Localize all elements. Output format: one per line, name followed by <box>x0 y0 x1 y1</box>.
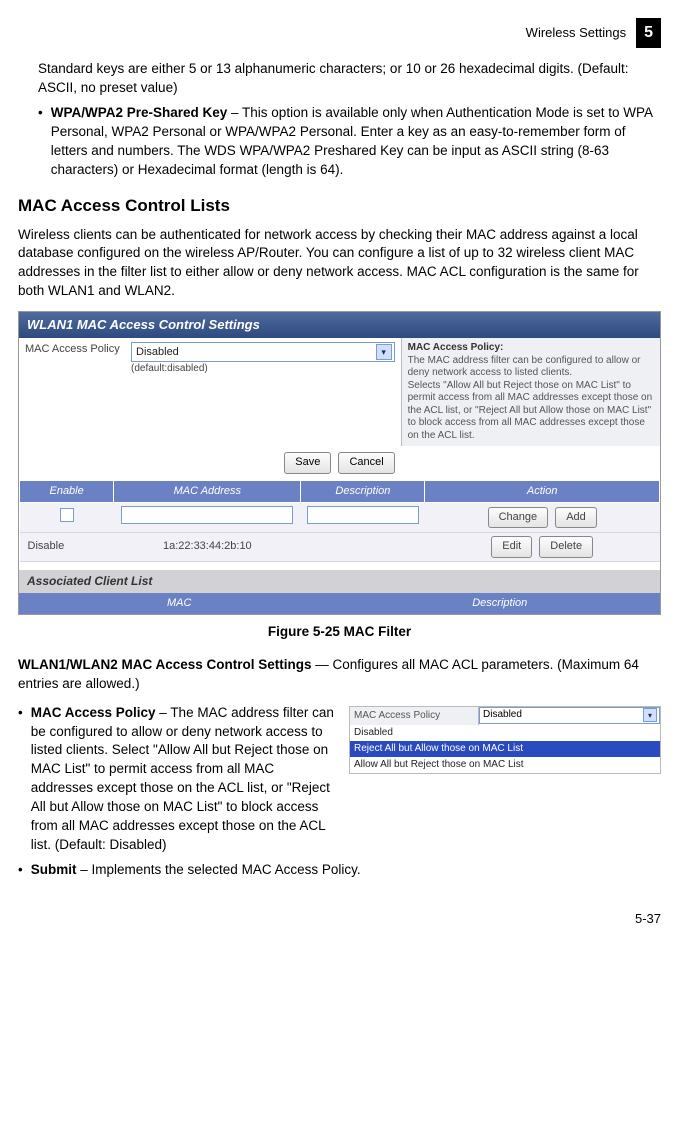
chapter-badge: 5 <box>636 18 661 48</box>
settings-bullet-submit: • Submit – Implements the selected MAC A… <box>18 861 661 880</box>
dropdown-option[interactable]: Disabled <box>350 725 660 741</box>
row-mac: 1a:22:33:44:2b:10 <box>114 533 301 561</box>
assoc-title: Associated Client List <box>19 570 660 593</box>
chevron-down-icon: ▾ <box>376 344 392 360</box>
assoc-col-desc: Description <box>340 593 661 614</box>
edit-button[interactable]: Edit <box>491 536 532 557</box>
dropdown-option[interactable]: Allow All but Reject those on MAC List <box>350 757 660 773</box>
change-button[interactable]: Change <box>488 507 549 528</box>
settings-lead: WLAN1/WLAN2 MAC Access Control Settings … <box>18 656 661 694</box>
table-row: Change Add <box>20 503 660 533</box>
row-enable: Disable <box>20 533 114 561</box>
bullet-dot-icon: • <box>18 861 23 880</box>
assoc-header: MAC Description <box>19 593 660 614</box>
help-title: MAC Access Policy: <box>408 342 504 353</box>
delete-button[interactable]: Delete <box>539 536 593 557</box>
save-cancel-row: Save Cancel <box>19 446 660 479</box>
assoc-col-mac: MAC <box>19 593 340 614</box>
dropdown-select[interactable]: Disabled ▾ <box>479 707 660 724</box>
screenshot-help: MAC Access Policy: The MAC address filte… <box>401 338 660 446</box>
col-desc: Description <box>301 480 425 502</box>
bullet-text: MAC Access Policy – The MAC address filt… <box>31 704 339 855</box>
cancel-button[interactable]: Cancel <box>338 452 394 473</box>
screenshot-titlebar: WLAN1 MAC Access Control Settings <box>19 312 660 338</box>
col-mac: MAC Address <box>114 480 301 502</box>
help-text: The MAC address filter can be configured… <box>408 355 653 441</box>
page-number: 5-37 <box>18 910 661 928</box>
table-row: Disable 1a:22:33:44:2b:10 Edit Delete <box>20 533 660 561</box>
intro-para: Standard keys are either 5 or 13 alphanu… <box>38 60 661 98</box>
mac-input[interactable] <box>121 506 293 524</box>
term-submit: Submit <box>31 862 77 877</box>
section-para: Wireless clients can be authenticated fo… <box>18 226 661 302</box>
desc-input[interactable] <box>307 506 419 524</box>
policy-dropdown-figure: MAC Access Policy Disabled ▾ Disabled Re… <box>349 706 661 774</box>
chevron-down-icon: ▾ <box>643 708 657 722</box>
policy-value: Disabled <box>136 345 179 360</box>
header-section: Wireless Settings <box>526 24 626 42</box>
policy-select[interactable]: Disabled ▾ <box>131 342 395 362</box>
save-button[interactable]: Save <box>284 452 331 473</box>
mac-table: Enable MAC Address Description Action Ch… <box>19 480 660 562</box>
screenshot-left: MAC Access Policy Disabled ▾ (default:di… <box>19 338 401 446</box>
page-header: Wireless Settings 5 <box>18 18 661 48</box>
dropdown-options: Disabled Reject All but Allow those on M… <box>350 725 660 773</box>
intro-bullet: • WPA/WPA2 Pre-Shared Key – This option … <box>38 104 661 180</box>
policy-default: (default:disabled) <box>25 362 395 376</box>
dropdown-selected: Disabled <box>483 708 522 722</box>
settings-lead-term: WLAN1/WLAN2 MAC Access Control Settings <box>18 657 312 672</box>
policy-label: MAC Access Policy <box>25 342 125 357</box>
col-enable: Enable <box>20 480 114 502</box>
row-desc <box>301 533 425 561</box>
add-button[interactable]: Add <box>555 507 597 528</box>
bullet-text: WPA/WPA2 Pre-Shared Key – This option is… <box>51 104 661 180</box>
bullet-dot-icon: • <box>18 704 23 855</box>
enable-checkbox[interactable] <box>60 508 74 522</box>
bullet-dot-icon: • <box>38 104 43 180</box>
dropdown-label: MAC Access Policy <box>350 707 479 725</box>
figure-caption: Figure 5-25 MAC Filter <box>18 623 661 642</box>
settings-bullet-policy: • MAC Access Policy – The MAC address fi… <box>18 704 339 855</box>
screenshot-mac-filter: WLAN1 MAC Access Control Settings MAC Ac… <box>18 311 661 615</box>
bullet-text: Submit – Implements the selected MAC Acc… <box>31 861 361 880</box>
dropdown-option[interactable]: Reject All but Allow those on MAC List <box>350 741 660 757</box>
term-wpa-psk: WPA/WPA2 Pre-Shared Key <box>51 105 228 120</box>
term-mac-policy: MAC Access Policy <box>31 705 156 720</box>
col-action: Action <box>425 480 660 502</box>
section-title: MAC Access Control Lists <box>18 194 661 218</box>
